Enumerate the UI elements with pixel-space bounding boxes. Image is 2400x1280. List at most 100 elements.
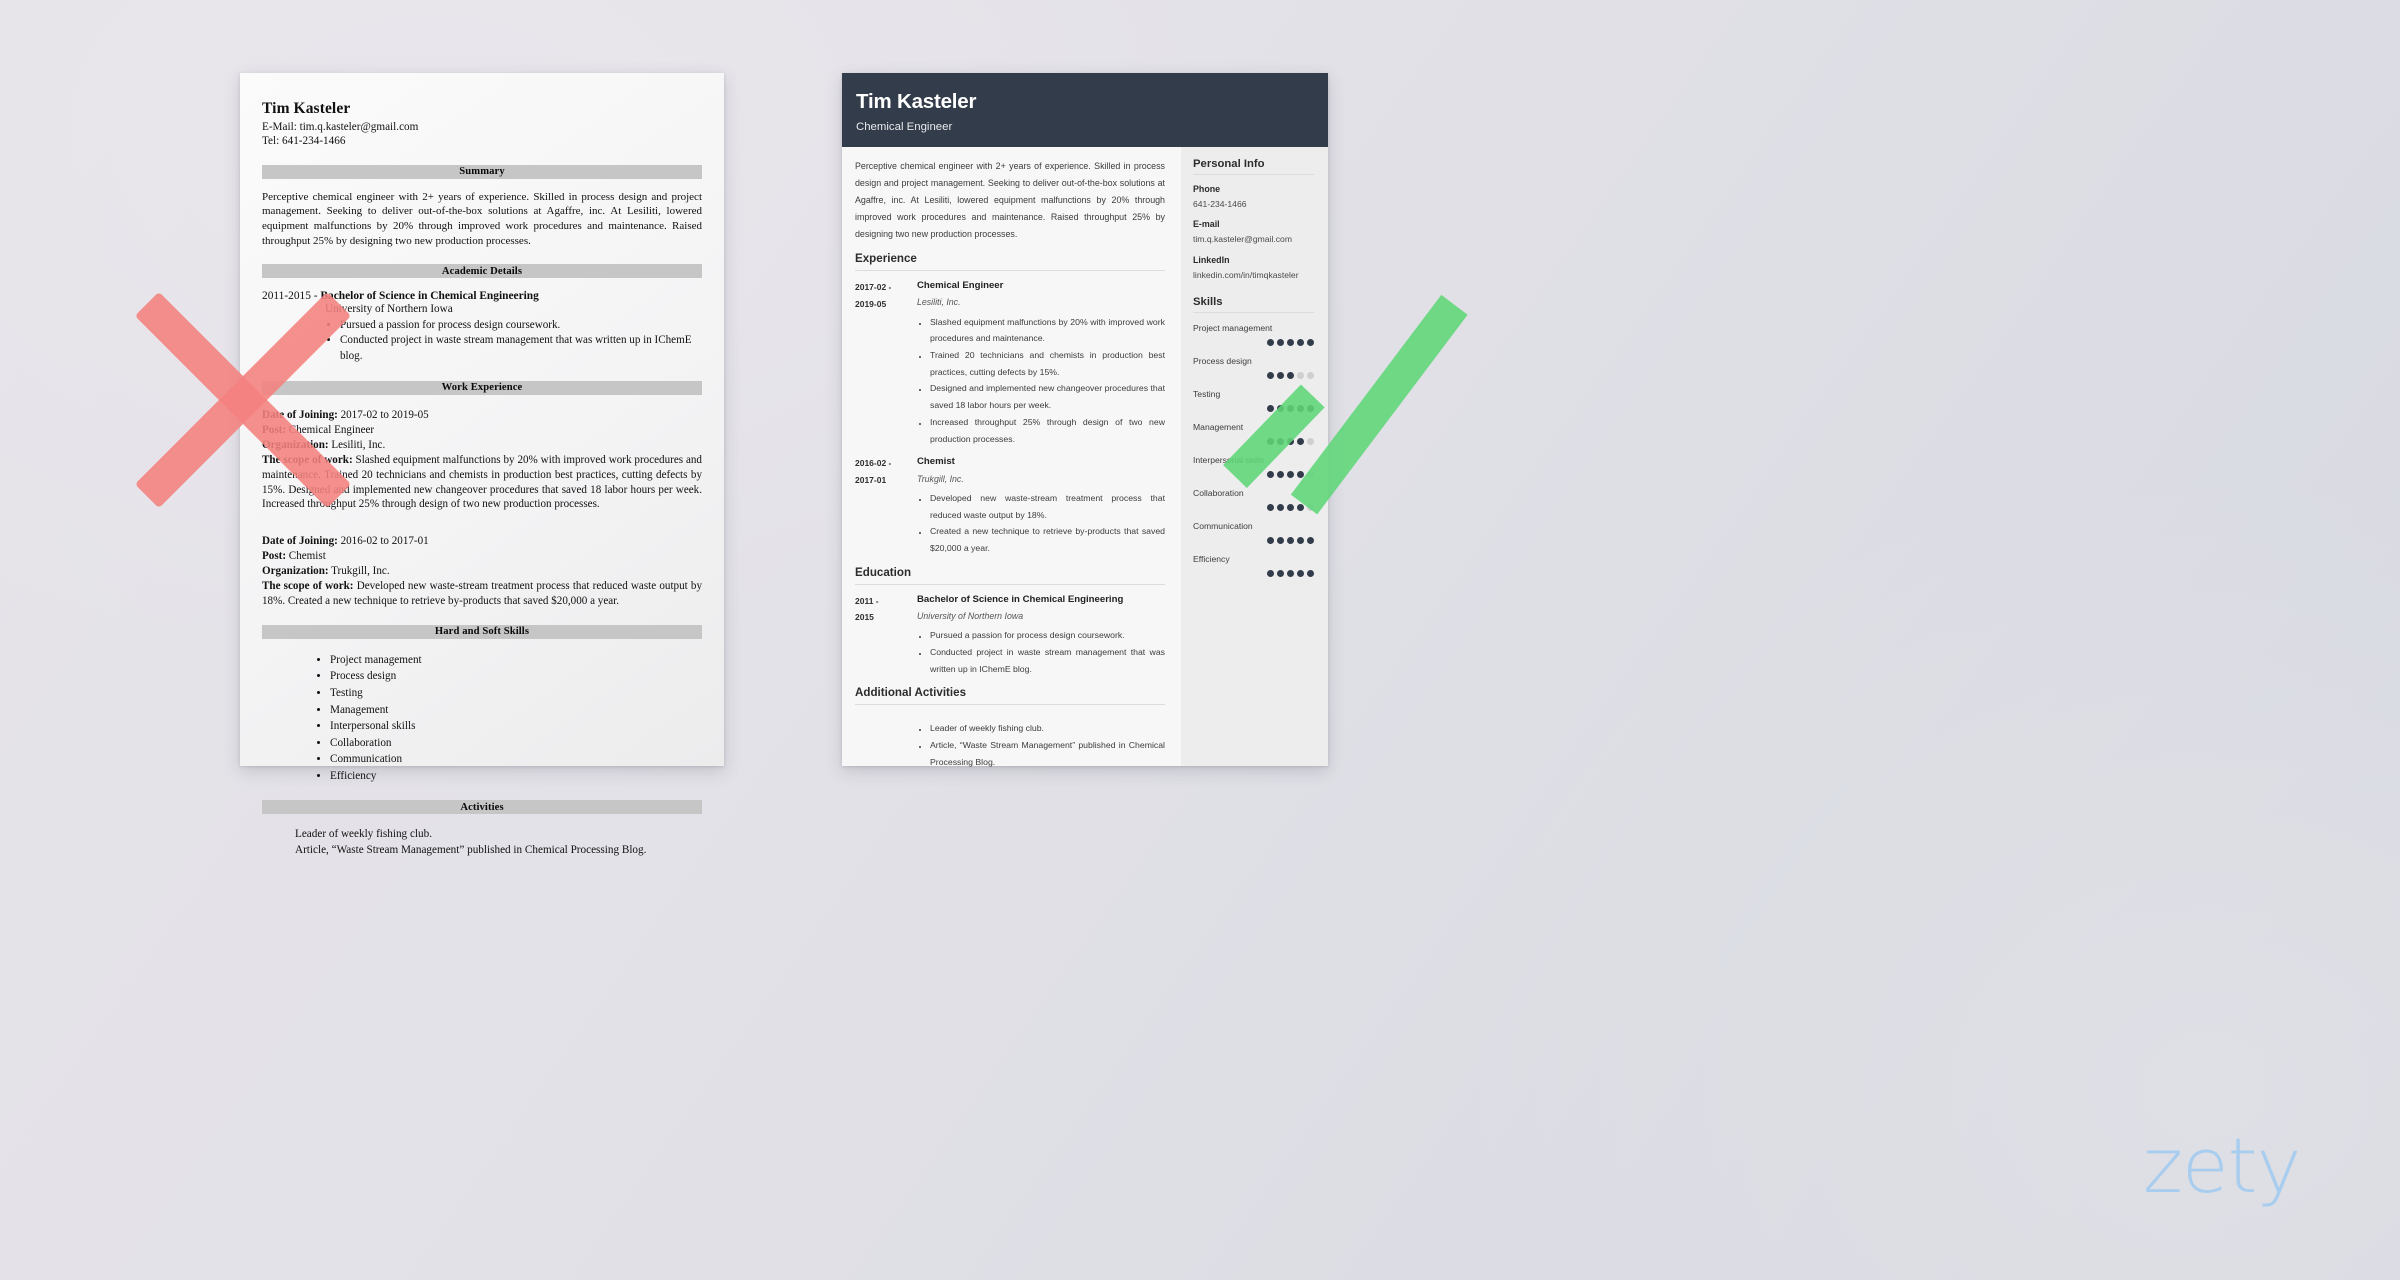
rating-dot-filled	[1287, 372, 1294, 380]
skill-rating-dots	[1193, 471, 1314, 479]
skill-label: Interpersonal skills	[1193, 455, 1265, 466]
skill-rating-dots	[1193, 372, 1314, 380]
skill-label: Communication	[1193, 521, 1253, 532]
rating-dot-filled	[1277, 405, 1284, 413]
experience-dates: 2017-02 - 2019-05	[855, 279, 917, 447]
bad-job-entry: Date of Joining: 2016-02 to 2017-01 Post…	[262, 534, 702, 609]
field-value-email: tim.q.kasteler@gmail.com	[1193, 234, 1292, 245]
field-value-linkedin: linkedin.com/in/timqkasteler	[1193, 269, 1299, 280]
skill-label: Testing	[1193, 389, 1221, 400]
skill-label: Process design	[1193, 356, 1252, 367]
field-value-phone: 641-234-1466	[1193, 198, 1247, 209]
bad-job-post-value: Chemical Engineer	[286, 423, 375, 436]
list-item: Collaboration	[330, 735, 702, 752]
rating-dot-filled	[1297, 504, 1304, 512]
good-section-heading-experience: Experience	[855, 252, 1165, 272]
rating-dot-filled	[1267, 471, 1274, 479]
rating-dot-filled	[1277, 471, 1284, 479]
list-item: Article, “Waste Stream Management” publi…	[929, 737, 1165, 770]
rating-dot-filled	[1287, 438, 1294, 446]
bad-section-heading-skills: Hard and Soft Skills	[262, 624, 702, 639]
rating-dot-filled	[1287, 405, 1294, 413]
bad-activity-line: Leader of weekly fishing club.	[295, 828, 432, 841]
bad-job-date-label: Date of Joining:	[262, 535, 338, 548]
skill-rating-dots	[1193, 537, 1314, 545]
skill-row: Efficiency	[1193, 554, 1314, 578]
rating-dot-filled	[1307, 405, 1314, 413]
skill-rating-dots	[1193, 405, 1314, 413]
rating-dot-filled	[1297, 405, 1304, 413]
experience-bullets: Slashed equipment malfunctions by 20% wi…	[929, 314, 1165, 448]
skill-row: Communication	[1193, 521, 1314, 545]
date-from: 2017-02 -	[855, 282, 892, 293]
sidebar-heading-personal-info: Personal Info	[1193, 158, 1314, 175]
skill-row: Project management	[1193, 323, 1314, 347]
list-item: Communication	[330, 751, 702, 768]
education-school: University of Northern Iowa	[917, 611, 1024, 621]
bad-skills-list: Project management Process design Testin…	[330, 652, 702, 785]
experience-org: Trukgill, Inc.	[917, 473, 964, 484]
bad-activity-line: Article, “Waste Stream Management” publi…	[295, 843, 647, 856]
list-item: Process design	[330, 668, 702, 685]
bad-job-date-value: 2016-02 to 2017-01	[337, 535, 429, 548]
good-resume-job-title: Chemical Engineer	[856, 120, 953, 133]
education-degree: Bachelor of Science in Chemical Engineer…	[917, 593, 1124, 605]
rating-dot-empty	[1297, 372, 1304, 380]
bad-job-scope-label: The scope of work:	[262, 453, 353, 466]
list-item: Increased throughput 25% through design …	[929, 414, 1165, 447]
date-from: 2011 -	[855, 595, 879, 606]
rating-dot-filled	[1277, 438, 1284, 446]
experience-entry: 2016-02 - 2017-01 Chemist Trukgill, Inc.…	[855, 455, 1165, 556]
list-item: Trained 20 technicians and chemists in p…	[929, 347, 1165, 380]
rating-dot-filled	[1277, 570, 1284, 578]
rating-dot-filled	[1277, 372, 1284, 380]
list-item: Efficiency	[330, 768, 702, 785]
rating-dot-filled	[1267, 372, 1274, 380]
experience-role: Chemist	[917, 456, 955, 468]
list-item: Project management	[330, 652, 702, 669]
bad-section-heading-summary: Summary	[262, 164, 702, 179]
skill-row: Collaboration	[1193, 488, 1314, 512]
skill-rating-dots	[1193, 339, 1314, 347]
good-summary-text: Perceptive chemical engineer with 2+ yea…	[855, 160, 1165, 239]
list-item: Leader of weekly fishing club.	[929, 720, 1165, 737]
skill-rating-list: Project management Process design Testing M…	[1193, 323, 1314, 578]
bad-job-post-label: Post:	[262, 423, 287, 436]
skill-row: Management	[1193, 422, 1314, 446]
experience-entry: 2017-02 - 2019-05 Chemical Engineer Lesi…	[855, 279, 1165, 447]
field-label-phone: Phone	[1193, 183, 1221, 194]
rating-dot-filled	[1287, 339, 1294, 347]
bad-job-entry: Date of Joining: 2017-02 to 2019-05 Post…	[262, 408, 702, 512]
experience-dates: 2016-02 - 2017-01	[855, 455, 917, 556]
bad-resume-email: E-Mail: tim.q.kasteler@gmail.com	[262, 121, 419, 133]
rating-dot-filled	[1277, 339, 1284, 347]
rating-dot-filled	[1287, 471, 1294, 479]
list-item: Testing	[330, 685, 702, 702]
bad-resume-phone: Tel: 641-234-1466	[262, 135, 346, 148]
rating-dot-filled	[1267, 570, 1274, 578]
bad-education-headline: 2011-2015 - Bachelor of Science in Chemi…	[262, 290, 702, 302]
rating-dot-filled	[1287, 570, 1294, 578]
skill-label: Project management	[1193, 323, 1273, 334]
good-resume-sidebar: Personal Info Phone 641-234-1466 E-mail …	[1181, 146, 1328, 766]
rating-dot-filled	[1287, 537, 1294, 545]
bad-section-heading-work: Work Experience	[262, 380, 702, 395]
rating-dot-filled	[1267, 438, 1274, 446]
skill-row: Process design	[1193, 356, 1314, 380]
good-resume-main-column: Perceptive chemical engineer with 2+ yea…	[842, 146, 1181, 767]
bad-resume-name: Tim Kasteler	[262, 100, 351, 117]
bad-job-date-value: 2017-02 to 2019-05	[337, 408, 429, 421]
rating-dot-filled	[1267, 405, 1274, 413]
rating-dot-filled	[1277, 537, 1284, 545]
rating-dot-filled	[1297, 570, 1304, 578]
good-section-heading-education: Education	[855, 566, 1165, 585]
experience-bullets: Developed new waste-stream treatment pro…	[929, 490, 1165, 557]
date-to: 2017-01	[855, 474, 887, 485]
rating-dot-filled	[1307, 537, 1314, 545]
bad-activities: Leader of weekly fishing club. Article, …	[262, 827, 702, 858]
rating-dot-filled	[1277, 504, 1284, 512]
rating-dot-empty	[1307, 438, 1314, 446]
comparison-stage: Tim Kasteler E-Mail: tim.q.kasteler@gmai…	[0, 0, 2400, 1280]
date-from: 2016-02 -	[855, 458, 892, 469]
